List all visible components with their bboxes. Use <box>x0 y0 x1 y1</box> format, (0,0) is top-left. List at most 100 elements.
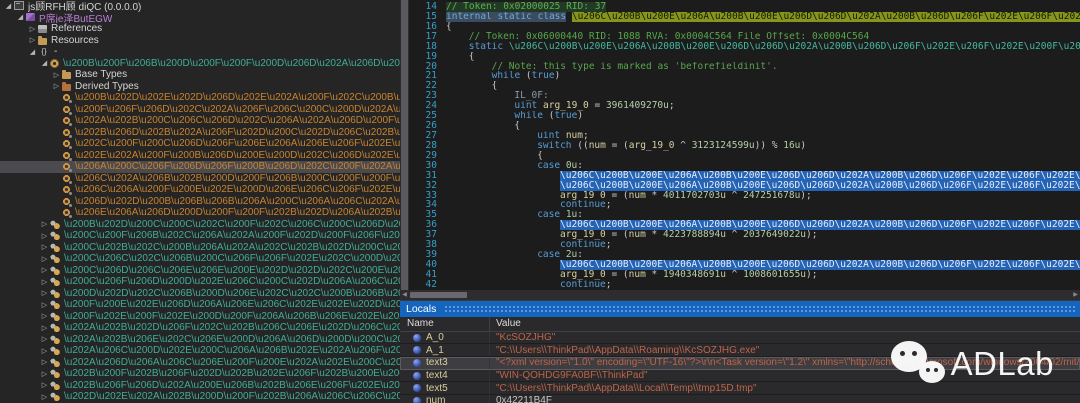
code-line[interactable]: 16{ <box>409 22 1080 32</box>
tree-item[interactable]: \u206C\u202A\u206B\u202B\u200D\u200F\u20… <box>0 173 400 185</box>
vertical-scrollbar-thumb[interactable] <box>401 0 408 290</box>
tree-item[interactable]: ▷Resources <box>0 35 400 47</box>
tree-item[interactable]: ▷\u200C\u200F\u206B\u202C\u206A\u202A\u2… <box>0 230 400 242</box>
tree-item[interactable]: ▷\u200C\u206F\u206D\u200D\u202E\u206C\u2… <box>0 276 400 288</box>
expander-open-icon[interactable]: ◢ <box>15 13 26 21</box>
code-line[interactable]: 30case 0u: <box>409 161 1080 171</box>
expander-closed-icon[interactable]: ▷ <box>27 25 38 33</box>
code-line[interactable]: 26{ <box>409 121 1080 131</box>
code-line[interactable]: 32\u206C\u200B\u200E\u206A\u200B\u200E\u… <box>409 181 1080 191</box>
expander-closed-icon[interactable]: ▷ <box>27 36 38 44</box>
expander-closed-icon[interactable]: ▷ <box>39 255 50 263</box>
code-line[interactable]: 31\u206C\u200B\u200E\u206A\u200B\u200E\u… <box>409 171 1080 181</box>
code-line[interactable]: 24uint arg_19_0 = 3961409270u; <box>409 101 1080 111</box>
horizontal-scrollbar-thumb[interactable] <box>410 292 467 298</box>
code-line[interactable]: 14// Token: 0x02000025 RID: 37 <box>409 2 1080 12</box>
tree-item[interactable]: \u206C\u206A\u200F\u200E\u202E\u200D\u20… <box>0 184 400 196</box>
tree-item[interactable]: ▷\u202A\u206C\u200D\u202E\u200C\u206A\u2… <box>0 345 400 357</box>
tree-item[interactable]: ▷\u200F\u200E\u202E\u206D\u206A\u206E\u2… <box>0 299 400 311</box>
tree-item[interactable]: ▷\u202B\u206F\u206D\u202A\u200E\u206B\u2… <box>0 380 400 392</box>
code-line[interactable]: 42continue; <box>409 280 1080 290</box>
tree-item[interactable]: ▷\u202A\u202B\u202D\u206F\u202C\u202B\u2… <box>0 322 400 334</box>
expander-open-icon[interactable]: ◢ <box>27 48 38 56</box>
tree-item[interactable]: ▷\u200C\u206C\u202C\u206B\u200C\u206F\u2… <box>0 253 400 265</box>
code-line[interactable]: 19{ <box>409 52 1080 62</box>
code-line[interactable]: 25while (true) <box>409 111 1080 121</box>
code-line[interactable]: 39case 2u: <box>409 250 1080 260</box>
tree-item[interactable]: ▷Base Types <box>0 69 400 81</box>
code-line[interactable]: 35case 1u: <box>409 210 1080 220</box>
expander-closed-icon[interactable]: ▷ <box>39 312 50 320</box>
tree-item[interactable]: ▷\u202A\u206D\u206A\u206C\u206E\u200F\u2… <box>0 357 400 369</box>
code-line[interactable]: 33arg_19_0 = (num * 4011702703u ^ 247251… <box>409 191 1080 201</box>
tree-item[interactable]: ▷\u200B\u202D\u200C\u200C\u202C\u200F\u2… <box>0 219 400 231</box>
code-line[interactable]: 27uint num; <box>409 131 1080 141</box>
tree-item[interactable]: \u202A\u202B\u200C\u206C\u206D\u202C\u20… <box>0 115 400 127</box>
expander-closed-icon[interactable]: ▷ <box>39 347 50 355</box>
tree-item[interactable]: ◢P席je泽ButEGW <box>0 12 400 24</box>
tree-item[interactable]: \u202C\u200F\u200C\u206D\u206F\u206E\u20… <box>0 138 400 150</box>
expander-closed-icon[interactable]: ▷ <box>39 324 50 332</box>
column-header-value[interactable]: Value <box>490 317 1080 331</box>
tree-item[interactable]: ◢js顾RFH顾 diQC (0.0.0.0) <box>0 0 400 12</box>
code-line[interactable]: 40\u206C\u200B\u200E\u206A\u200B\u200E\u… <box>409 260 1080 270</box>
code-horizontal-scrollbar[interactable]: ◀ ▶ <box>400 290 1080 300</box>
locals-title-bar[interactable]: Locals <box>400 301 1080 317</box>
tree-item[interactable]: \u200B\u202D\u202E\u202D\u206D\u202E\u20… <box>0 92 400 104</box>
column-header-name[interactable]: Name <box>400 317 490 331</box>
code-line[interactable]: 22{ <box>409 81 1080 91</box>
code-line[interactable]: 15internal static class \u206C\u200B\u20… <box>409 12 1080 22</box>
expander-closed-icon[interactable]: ▷ <box>39 370 50 378</box>
tree-item[interactable]: ▷\u202D\u202E\u202A\u202B\u200D\u200F\u2… <box>0 391 400 403</box>
code-line[interactable]: 37arg_19_0 = (num * 4223788894u ^ 203764… <box>409 230 1080 240</box>
expander-open-icon[interactable]: ◢ <box>39 59 50 67</box>
tree-item[interactable]: ▷\u200C\u202B\u202C\u200B\u206A\u202A\u2… <box>0 242 400 254</box>
tree-item[interactable]: \u206D\u202D\u200B\u206B\u206B\u206A\u20… <box>0 196 400 208</box>
code-line[interactable]: 18static \u206C\u200B\u200E\u206A\u200B\… <box>409 42 1080 52</box>
code-line[interactable]: 28switch ((num = (arg_19_0 ^ 3123124599u… <box>409 141 1080 151</box>
code-line[interactable]: 21while (true) <box>409 71 1080 81</box>
code-line[interactable]: 29{ <box>409 151 1080 161</box>
tree-item[interactable]: ◢{}- <box>0 46 400 58</box>
tree-item[interactable]: ▷\u200F\u202E\u200F\u202E\u200D\u200F\u2… <box>0 311 400 323</box>
code-line[interactable]: 34continue; <box>409 200 1080 210</box>
expander-closed-icon[interactable]: ▷ <box>39 381 50 389</box>
expander-closed-icon[interactable]: ▷ <box>39 220 50 228</box>
code-line[interactable]: 41arg_19_0 = (num * 1940348691u ^ 100860… <box>409 270 1080 280</box>
expander-closed-icon[interactable]: ▷ <box>39 393 50 401</box>
expander-closed-icon[interactable]: ▷ <box>39 232 50 240</box>
tree-item[interactable]: \u206A\u200C\u206F\u206D\u206F\u200B\u20… <box>0 161 400 173</box>
expander-closed-icon[interactable]: ▷ <box>51 71 62 79</box>
code-line[interactable]: 23IL_0F: <box>409 91 1080 101</box>
code-line[interactable]: 36\u206C\u200B\u200E\u206A\u200B\u200E\u… <box>409 220 1080 230</box>
code-vertical-scrollbar[interactable] <box>400 0 409 290</box>
tree-item[interactable]: \u202B\u206D\u202B\u202A\u206F\u202D\u20… <box>0 127 400 139</box>
tree-item[interactable]: \u206E\u206A\u206D\u200D\u200F\u200F\u20… <box>0 207 400 219</box>
expander-closed-icon[interactable]: ▷ <box>39 278 50 286</box>
assembly-explorer[interactable]: ◢js顾RFH顾 diQC (0.0.0.0)◢P席je泽ButEGW▷Refe… <box>0 0 400 403</box>
code-line[interactable]: 38continue; <box>409 240 1080 250</box>
scroll-left-icon[interactable]: ◀ <box>400 291 409 298</box>
tree-item[interactable]: ▷References <box>0 23 400 35</box>
code-line[interactable]: 17// Token: 0x06000440 RID: 1088 RVA: 0x… <box>409 32 1080 42</box>
expander-closed-icon[interactable]: ▷ <box>39 243 50 251</box>
expander-closed-icon[interactable]: ▷ <box>39 266 50 274</box>
tree-item[interactable]: ▷\u200C\u206D\u206C\u206E\u206E\u200E\u2… <box>0 265 400 277</box>
tree-item[interactable]: ◢\u200B\u200F\u206B\u200D\u200F\u200F\u2… <box>0 58 400 70</box>
code-line[interactable]: 20// Note: this type is marked as 'befor… <box>409 62 1080 72</box>
tree-item[interactable]: ▷\u200D\u202D\u202C\u206B\u200D\u206E\u2… <box>0 288 400 300</box>
expander-closed-icon[interactable]: ▷ <box>39 301 50 309</box>
tree-item[interactable]: ▷\u202A\u202B\u206E\u202C\u206E\u200D\u2… <box>0 334 400 346</box>
tree-item[interactable]: \u202E\u202A\u200F\u200B\u206D\u200E\u20… <box>0 150 400 162</box>
expander-open-icon[interactable]: ◢ <box>3 2 14 10</box>
expander-closed-icon[interactable]: ▷ <box>39 289 50 297</box>
expander-closed-icon[interactable]: ▷ <box>39 358 50 366</box>
locals-row[interactable]: num0x42211B4F <box>400 395 1080 403</box>
expander-closed-icon[interactable]: ▷ <box>51 82 62 90</box>
tree-item[interactable]: ▷\u202B\u200F\u202B\u206F\u202D\u202B\u2… <box>0 368 400 380</box>
tree-item[interactable]: ▷Derived Types <box>0 81 400 93</box>
code-editor[interactable]: 14// Token: 0x02000025 RID: 3715internal… <box>409 0 1080 290</box>
scroll-right-icon[interactable]: ▶ <box>1071 291 1080 298</box>
tree-item[interactable]: \u200F\u206F\u206D\u202C\u202A\u206F\u20… <box>0 104 400 116</box>
expander-closed-icon[interactable]: ▷ <box>39 335 50 343</box>
